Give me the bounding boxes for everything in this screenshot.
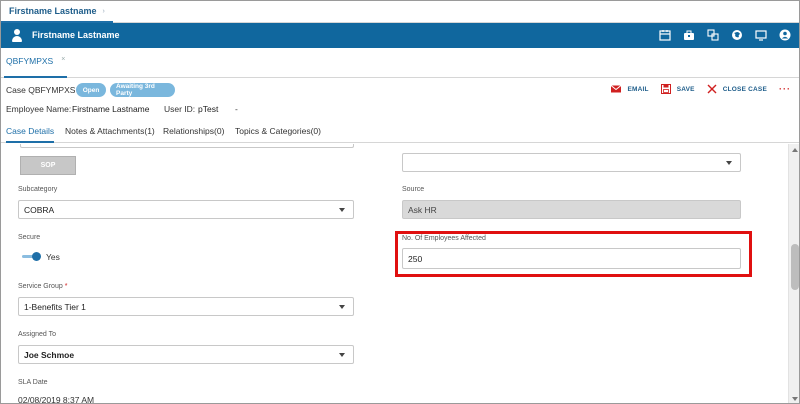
email-button[interactable]: EMAIL <box>611 84 649 94</box>
source-field: Ask HR <box>402 200 741 219</box>
employee-name-label: Employee Name: <box>6 104 72 114</box>
service-group-select[interactable]: 1-Benefits Tier 1 <box>18 297 354 316</box>
save-label: SAVE <box>676 85 695 93</box>
header-icons <box>659 29 791 41</box>
save-icon <box>660 84 671 94</box>
subcategory-select[interactable]: COBRA <box>18 200 354 219</box>
detail-tabs: Case Details Notes & Attachments(1) Rela… <box>1 119 799 143</box>
tab-case-details[interactable]: Case Details <box>6 126 55 143</box>
status-badge-awaiting: Awaiting 3rd Party <box>110 83 175 97</box>
chevron-down-icon <box>339 353 345 357</box>
service-group-label-text: Service Group <box>18 283 63 290</box>
more-options-icon[interactable]: ··· <box>779 84 791 94</box>
save-button[interactable]: SAVE <box>660 84 695 94</box>
globe-icon[interactable] <box>731 29 743 41</box>
case-tab[interactable]: QBFYMPXS × <box>4 56 68 78</box>
chevron-right-icon: › <box>102 7 105 15</box>
source-value: Ask HR <box>408 204 437 215</box>
subcategory-value: COBRA <box>24 204 55 215</box>
header-bar: Firstname Lastname <box>1 23 799 48</box>
header-title: Firstname Lastname <box>32 30 120 40</box>
scroll-up-icon[interactable] <box>792 148 798 152</box>
status-badge-open: Open <box>76 83 106 97</box>
vertical-scrollbar[interactable] <box>788 144 799 403</box>
email-icon <box>611 85 622 93</box>
top-tab-label: Firstname Lastname <box>9 6 97 16</box>
close-case-button[interactable]: CLOSE CASE <box>707 84 767 94</box>
employee-name-value: Firstname Lastname <box>72 104 150 114</box>
sla-date-value: 02/08/2019 8:37 AM <box>18 395 95 404</box>
scrollbar-thumb[interactable] <box>791 244 799 290</box>
monitor-icon[interactable] <box>755 29 767 41</box>
partial-field-above <box>20 144 354 148</box>
case-details-form: SOP Subcategory COBRA Source Ask HR Secu… <box>1 144 788 404</box>
close-icon[interactable]: × <box>61 56 65 63</box>
tab-relationships[interactable]: Relationships(0) <box>163 126 224 143</box>
case-actions: EMAIL SAVE CLOSE CASE ··· <box>611 84 791 94</box>
case-tab-label: QBFYMPXS <box>6 56 54 66</box>
tab-notes-attachments[interactable]: Notes & Attachments(1) <box>65 126 155 143</box>
copy-icon[interactable] <box>707 29 719 41</box>
tab-topics-categories[interactable]: Topics & Categories(0) <box>235 126 321 143</box>
right-top-select[interactable] <box>402 153 741 172</box>
chevron-down-icon <box>339 208 345 212</box>
source-label: Source <box>402 186 425 193</box>
chevron-down-icon <box>726 161 732 165</box>
email-label: EMAIL <box>627 85 649 93</box>
x-icon <box>707 84 717 94</box>
assigned-to-value: Joe Schmoe <box>24 349 75 360</box>
sop-button[interactable]: SOP <box>20 156 76 175</box>
scroll-down-icon[interactable] <box>792 397 798 401</box>
required-marker: * <box>64 283 68 290</box>
user-id-value: pTest <box>198 104 219 114</box>
case-number-label: Case QBFYMPXS <box>6 85 76 95</box>
user-id-label: User ID: <box>164 104 196 114</box>
top-tab-strip: Firstname Lastname › <box>1 1 799 23</box>
employee-extra: - <box>235 104 238 114</box>
top-tab-firstname-lastname[interactable]: Firstname Lastname › <box>1 1 113 23</box>
secure-label: Secure <box>18 234 41 241</box>
service-group-label: Service Group * <box>18 283 67 290</box>
employee-row: Employee Name: Firstname Lastname User I… <box>1 101 799 119</box>
highlight-box <box>395 231 752 277</box>
briefcase-icon[interactable] <box>683 29 695 41</box>
secure-value: Yes <box>46 252 60 262</box>
chevron-down-icon <box>339 305 345 309</box>
assigned-to-select[interactable]: Joe Schmoe <box>18 345 354 364</box>
subcategory-label: Subcategory <box>18 186 58 193</box>
calendar-icon[interactable] <box>659 29 671 41</box>
case-info-row: Case QBFYMPXS Open Awaiting 3rd Party EM… <box>1 79 799 101</box>
assigned-to-label: Assigned To <box>18 331 57 338</box>
service-group-value: 1-Benefits Tier 1 <box>24 301 86 312</box>
app-window: Firstname Lastname › Firstname Lastname <box>0 0 800 404</box>
account-icon[interactable] <box>779 29 791 41</box>
secure-toggle[interactable] <box>22 252 41 261</box>
case-tab-strip: QBFYMPXS × <box>1 48 799 78</box>
user-icon <box>11 29 23 42</box>
close-case-label: CLOSE CASE <box>722 85 767 93</box>
sla-date-label: SLA Date <box>18 379 48 386</box>
